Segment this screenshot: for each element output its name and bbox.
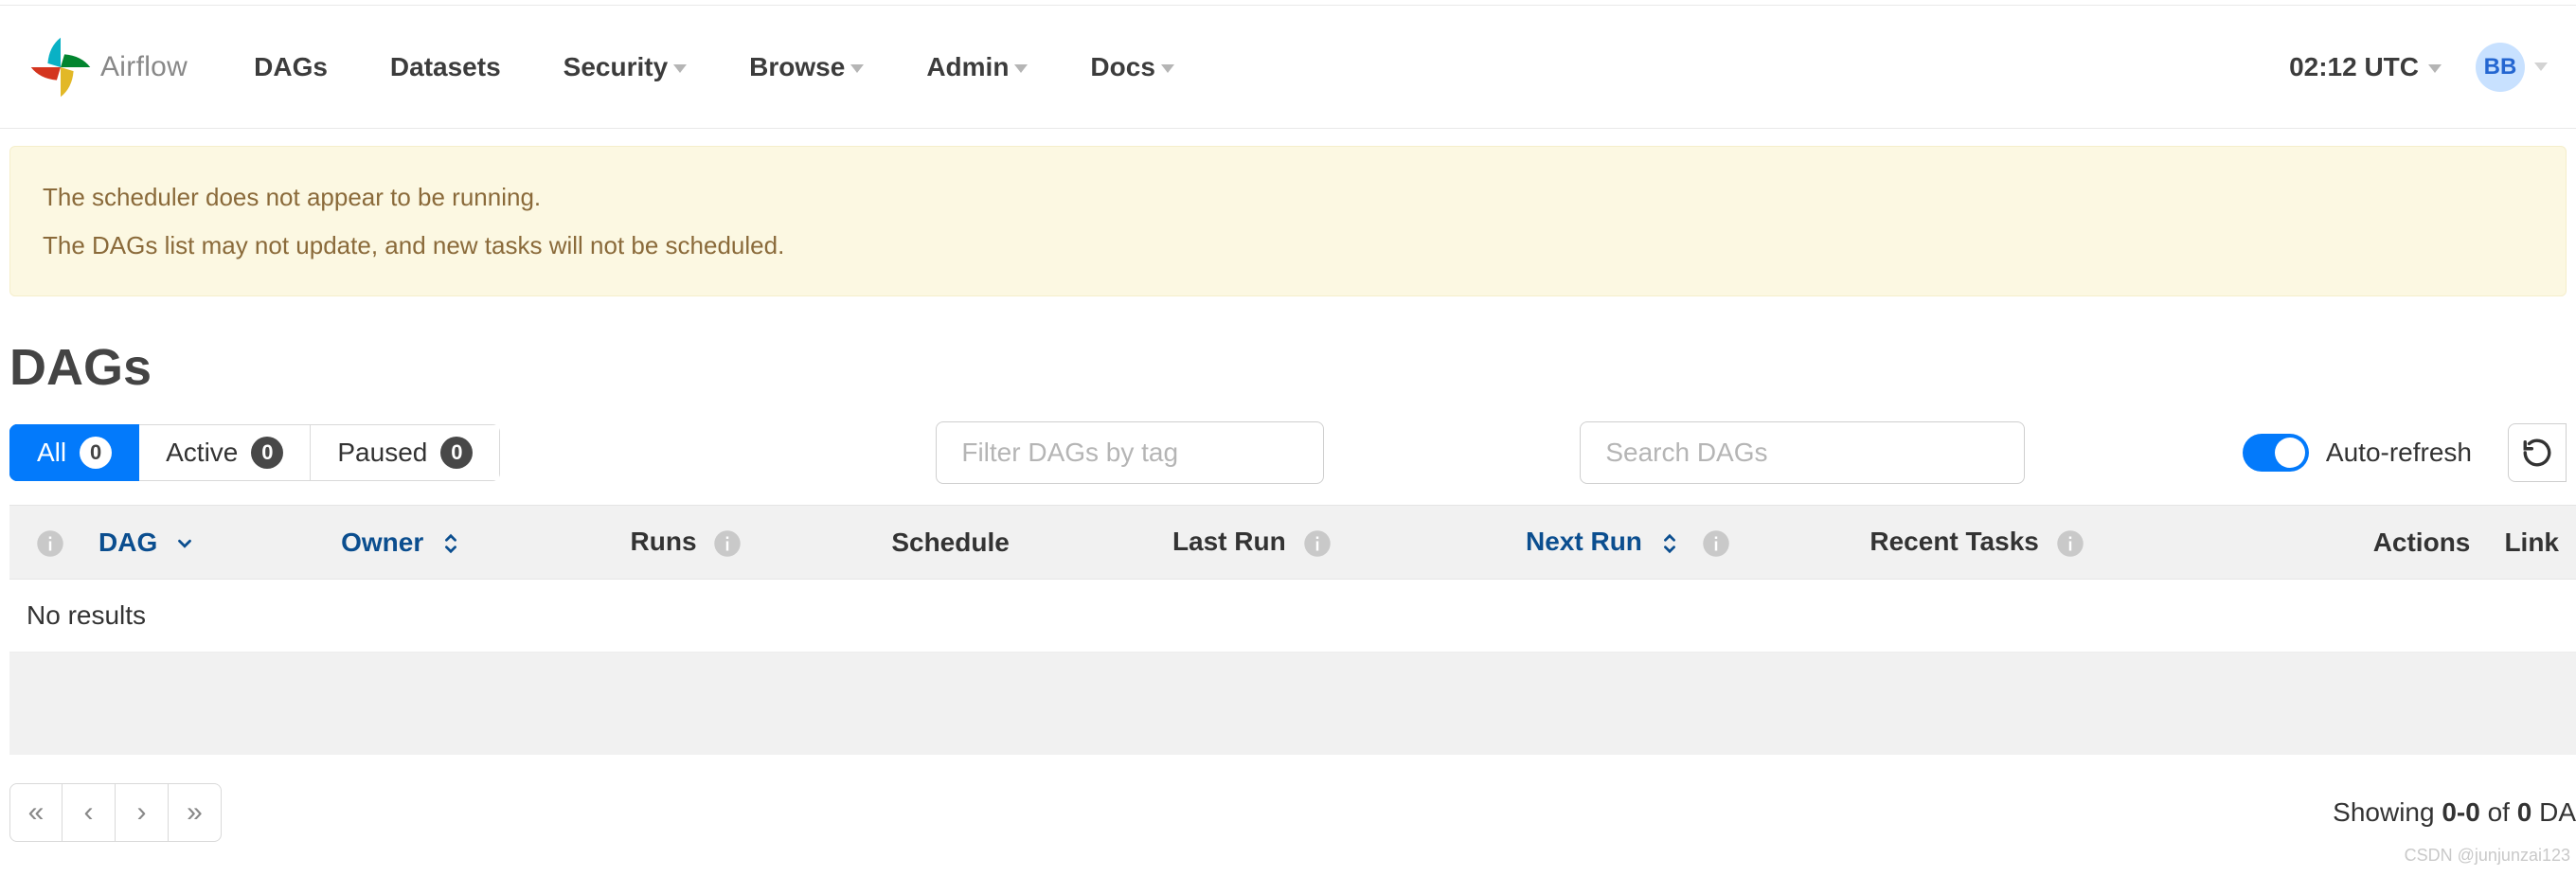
count-badge: 0 [80, 437, 112, 469]
toggle-knob [2275, 438, 2305, 468]
watermark: CSDN @junjunzai123 [0, 846, 2576, 866]
filter-label: All [37, 438, 66, 468]
sort-icon [440, 530, 461, 557]
col-schedule: Schedule [874, 506, 1155, 580]
brand-text: Airflow [100, 51, 188, 83]
col-label: Recent Tasks [1869, 527, 2038, 556]
col-label: DAG [98, 527, 157, 557]
nav-item-label: DAGs [254, 52, 328, 82]
col-label: Last Run [1172, 527, 1286, 556]
summary-mid: of [2480, 797, 2517, 827]
summary-prefix: Showing [2333, 797, 2442, 827]
refresh-icon [2521, 437, 2553, 469]
info-icon[interactable] [1303, 529, 1332, 558]
nav-item-dags[interactable]: DAGs [254, 52, 328, 82]
scheduler-warning-alert: The scheduler does not appear to be runn… [9, 146, 2567, 296]
chevron-down-icon [850, 64, 864, 73]
count-badge: 0 [440, 437, 473, 469]
col-next-run[interactable]: Next Run [1509, 506, 1852, 580]
nav-item-browse[interactable]: Browse [749, 52, 864, 82]
pagination: « ‹ › » [9, 783, 222, 842]
col-runs: Runs [614, 506, 875, 580]
col-label: Runs [631, 527, 697, 556]
chevron-down-icon [1014, 64, 1028, 73]
nav-item-label: Admin [926, 52, 1009, 82]
dags-table: DAG Owner Runs Schedule L [9, 505, 2576, 653]
summary-range: 0-0 [2442, 797, 2479, 827]
chevron-down-icon [673, 64, 687, 73]
col-label: Schedule [891, 527, 1009, 557]
result-summary: Showing 0-0 of 0 DA [2333, 797, 2576, 828]
chevron-down-icon [174, 533, 195, 554]
right-controls: Auto-refresh [2243, 423, 2567, 482]
nav-item-datasets[interactable]: Datasets [390, 52, 501, 82]
nav-item-label: Datasets [390, 52, 501, 82]
no-results-text: No results [9, 579, 2576, 652]
brand[interactable]: Airflow [28, 35, 188, 99]
page-title: DAGs [9, 338, 2567, 397]
auto-refresh-toggle[interactable] [2243, 434, 2309, 472]
airflow-logo-icon [28, 35, 93, 99]
clock-text: 02:12 UTC [2289, 52, 2419, 82]
filter-label: Paused [337, 438, 427, 468]
col-last-run: Last Run [1155, 506, 1509, 580]
info-icon[interactable] [36, 529, 64, 558]
col-recent-tasks: Recent Tasks [1852, 506, 2354, 580]
footer: « ‹ › » Showing 0-0 of 0 DA [9, 783, 2576, 842]
chevron-down-icon [2534, 63, 2548, 71]
col-label: Actions [2373, 527, 2471, 557]
col-links: Link [2487, 506, 2576, 580]
nav-links: DAGs Datasets Security Browse Admin Docs [254, 52, 1174, 82]
col-label: Owner [341, 527, 423, 557]
nav-item-security[interactable]: Security [564, 52, 688, 82]
page-first-button[interactable]: « [9, 783, 63, 842]
chevron-down-icon [1161, 64, 1174, 73]
filter-label: Active [166, 438, 238, 468]
filter-tags-input[interactable] [936, 421, 1324, 484]
table-row-empty: No results [9, 579, 2576, 652]
nav-item-label: Docs [1090, 52, 1154, 82]
count-badge: 0 [251, 437, 283, 469]
alert-line: The scheduler does not appear to be runn… [43, 173, 2533, 222]
info-icon[interactable] [713, 529, 742, 558]
info-icon[interactable] [2056, 529, 2084, 558]
navbar: Airflow DAGs Datasets Security Browse Ad… [0, 6, 2576, 129]
table-stripe [9, 653, 2576, 755]
page-next-button[interactable]: › [116, 783, 169, 842]
auto-refresh-label: Auto-refresh [2326, 438, 2472, 468]
col-dag[interactable]: DAG [81, 506, 324, 580]
filter-row: All 0 Active 0 Paused 0 Auto-refresh [9, 421, 2567, 484]
filter-active-button[interactable]: Active 0 [139, 424, 311, 481]
user-menu[interactable]: BB [2476, 43, 2548, 92]
col-label: Link [2504, 527, 2559, 557]
refresh-button[interactable] [2508, 423, 2567, 482]
clock[interactable]: 02:12 UTC [2289, 52, 2442, 82]
nav-item-admin[interactable]: Admin [926, 52, 1028, 82]
col-owner[interactable]: Owner [324, 506, 613, 580]
page-last-button[interactable]: » [169, 783, 222, 842]
summary-suffix: DA [2531, 797, 2576, 827]
page-prev-button[interactable]: ‹ [63, 783, 116, 842]
nav-item-label: Security [564, 52, 669, 82]
nav-item-docs[interactable]: Docs [1090, 52, 1173, 82]
summary-total: 0 [2517, 797, 2532, 827]
nav-item-label: Browse [749, 52, 845, 82]
col-actions: Actions [2354, 506, 2487, 580]
col-label: Next Run [1526, 527, 1642, 556]
filter-paused-button[interactable]: Paused 0 [311, 424, 500, 481]
search-dags-input[interactable] [1580, 421, 2025, 484]
filter-all-button[interactable]: All 0 [9, 424, 139, 481]
sort-icon [1659, 530, 1680, 557]
alert-line: The DAGs list may not update, and new ta… [43, 222, 2533, 270]
dag-state-filter: All 0 Active 0 Paused 0 [9, 424, 500, 481]
info-icon[interactable] [1702, 529, 1730, 558]
avatar: BB [2476, 43, 2525, 92]
chevron-down-icon [2428, 64, 2442, 73]
